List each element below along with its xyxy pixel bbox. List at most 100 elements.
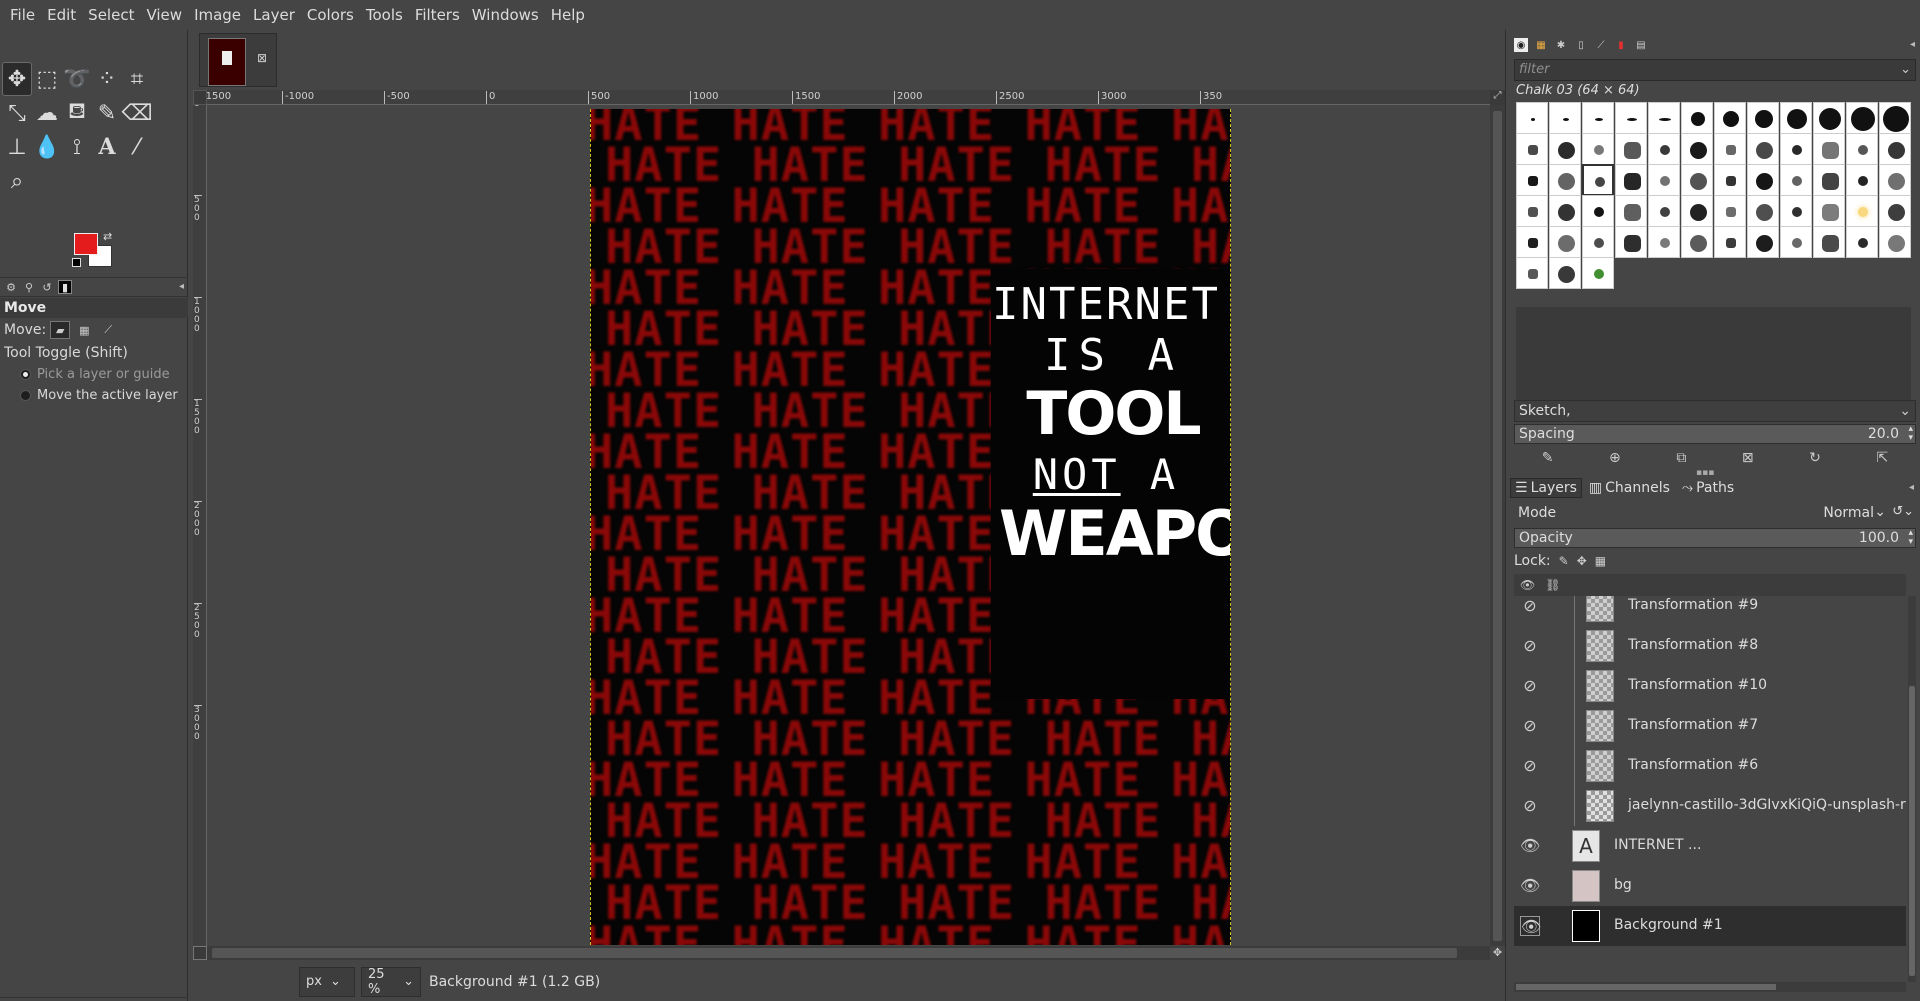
- brush-cell[interactable]: [1516, 257, 1548, 289]
- brush-cell[interactable]: [1681, 102, 1713, 134]
- scale-tool-icon[interactable]: ⤡: [2, 96, 32, 130]
- brush-cell[interactable]: [1648, 164, 1680, 196]
- spin-arrows-icon[interactable]: ▴ ▾: [1908, 425, 1913, 443]
- opacity-slider[interactable]: Opacity 100.0 ▴ ▾: [1514, 528, 1916, 548]
- brush-cell[interactable]: [1549, 257, 1581, 289]
- brush-cell[interactable]: [1747, 133, 1779, 165]
- lock-alpha-icon[interactable]: ▦: [1595, 554, 1606, 568]
- radio-pick-layer[interactable]: Pick a layer or guide: [0, 364, 188, 385]
- spacing-slider[interactable]: Spacing 20.0 ▴ ▾: [1514, 424, 1916, 444]
- crop-tool-icon[interactable]: ⌗: [122, 62, 152, 96]
- brush-cell[interactable]: [1681, 164, 1713, 196]
- brush-cell[interactable]: [1516, 133, 1548, 165]
- brush-grid[interactable]: [1516, 102, 1911, 307]
- tab-channels[interactable]: ▥ Channels: [1584, 478, 1675, 498]
- brush-cell[interactable]: [1846, 102, 1878, 134]
- menu-image[interactable]: Image: [188, 0, 247, 30]
- brush-cell[interactable]: [1516, 226, 1548, 258]
- brush-cell[interactable]: [1780, 133, 1812, 165]
- brush-cell[interactable]: [1747, 164, 1779, 196]
- menu-windows[interactable]: Windows: [466, 0, 545, 30]
- brush-cell[interactable]: [1813, 195, 1845, 227]
- brush-cell[interactable]: [1516, 195, 1548, 227]
- brush-cell[interactable]: [1582, 226, 1614, 258]
- brush-cell[interactable]: [1549, 164, 1581, 196]
- tab-menu-icon[interactable]: ◂: [1910, 39, 1915, 50]
- brush-cell[interactable]: [1780, 195, 1812, 227]
- duplicate-brush-icon[interactable]: ⧉: [1676, 450, 1686, 466]
- brush-cell[interactable]: [1813, 102, 1845, 134]
- brush-cell[interactable]: [1879, 195, 1911, 227]
- brush-cell[interactable]: [1582, 133, 1614, 165]
- eraser-tool-icon[interactable]: ⌫: [121, 96, 152, 130]
- brush-cell[interactable]: [1846, 133, 1878, 165]
- eye-icon[interactable]: 👁: [1520, 916, 1541, 936]
- brush-cell[interactable]: [1846, 195, 1878, 227]
- brush-cell[interactable]: [1780, 226, 1812, 258]
- brush-cell[interactable]: [1615, 195, 1647, 227]
- swap-colors-icon[interactable]: ⇄: [103, 230, 112, 243]
- move-tool-icon[interactable]: ✥: [2, 62, 32, 96]
- menu-select[interactable]: Select: [82, 0, 140, 30]
- eye-hidden-icon[interactable]: ⊘: [1520, 716, 1540, 736]
- radio-move-active[interactable]: Move the active layer: [0, 385, 188, 406]
- lock-pixels-icon[interactable]: ✎: [1559, 554, 1569, 568]
- brush-cell[interactable]: [1582, 195, 1614, 227]
- brush-cell[interactable]: [1582, 102, 1614, 134]
- menu-colors[interactable]: Colors: [301, 0, 360, 30]
- brush-cell[interactable]: [1615, 164, 1647, 196]
- scrollbar-thumb[interactable]: [1493, 111, 1502, 941]
- move-layer-icon[interactable]: ▰: [50, 321, 71, 339]
- menu-layer[interactable]: Layer: [247, 0, 301, 30]
- eye-hidden-icon[interactable]: ⊘: [1520, 636, 1540, 656]
- color-picker-tool-icon[interactable]: ⁄: [122, 130, 152, 164]
- scrollbar-thumb[interactable]: [212, 948, 1457, 958]
- brush-cell[interactable]: [1582, 257, 1614, 289]
- brush-cell[interactable]: [1681, 226, 1713, 258]
- layer-row[interactable]: ⊘ Transformation #6: [1514, 746, 1906, 786]
- brush-preset-select[interactable]: Sketch, ⌄: [1514, 400, 1916, 422]
- brush-cell[interactable]: [1846, 164, 1878, 196]
- brush-cell[interactable]: [1813, 226, 1845, 258]
- smudge-tool-icon[interactable]: 💧: [32, 130, 62, 164]
- layer-row[interactable]: ⊘ Transformation #8: [1514, 626, 1906, 666]
- brush-cell[interactable]: [1549, 133, 1581, 165]
- brush-cell[interactable]: [1549, 102, 1581, 134]
- brush-cell[interactable]: [1615, 226, 1647, 258]
- radio-button[interactable]: [20, 390, 31, 401]
- radio-button[interactable]: [20, 369, 31, 380]
- unit-select[interactable]: px ⌄: [299, 966, 355, 997]
- image-canvas[interactable]: HATE HATE HATE HATE HATE HATE HATE HATEH…: [590, 109, 1231, 945]
- eye-hidden-icon[interactable]: ⊘: [1520, 756, 1540, 776]
- text-tool-icon[interactable]: A: [92, 130, 122, 164]
- brush-cell[interactable]: [1648, 133, 1680, 165]
- brush-cell[interactable]: [1747, 195, 1779, 227]
- chevron-down-icon[interactable]: ⌄: [1900, 60, 1911, 80]
- delete-brush-icon[interactable]: ⊠: [1742, 450, 1754, 466]
- brush-cell[interactable]: [1846, 226, 1878, 258]
- fuzzy-select-tool-icon[interactable]: ⁘: [92, 62, 122, 96]
- zoom-fit-icon[interactable]: ⤢: [1490, 90, 1505, 105]
- brush-cell[interactable]: [1648, 195, 1680, 227]
- gradients-tab-icon[interactable]: ▮: [1614, 38, 1628, 52]
- brush-cell[interactable]: [1615, 102, 1647, 134]
- brush-cell[interactable]: [1681, 195, 1713, 227]
- scrollbar-thumb[interactable]: [1909, 686, 1915, 976]
- move-selection-icon[interactable]: ▦: [74, 321, 94, 339]
- menu-file[interactable]: File: [4, 0, 41, 30]
- menu-help[interactable]: Help: [545, 0, 591, 30]
- navigate-icon[interactable]: ✥: [1490, 946, 1505, 960]
- brushes-tab-icon[interactable]: ◉: [1514, 38, 1528, 52]
- foreground-color-swatch[interactable]: [74, 233, 98, 255]
- spin-arrows-icon[interactable]: ▴ ▾: [1908, 529, 1913, 547]
- brush-cell[interactable]: [1879, 102, 1911, 134]
- refresh-brushes-icon[interactable]: ↻: [1809, 450, 1821, 466]
- brush-cell[interactable]: [1549, 226, 1581, 258]
- layers-horizontal-scrollbar[interactable]: [1514, 982, 1906, 992]
- brush-cell[interactable]: [1648, 226, 1680, 258]
- layer-row[interactable]: ⊘ Transformation #9: [1514, 596, 1906, 626]
- scrollbar-thumb[interactable]: [1516, 984, 1776, 990]
- brush-cell[interactable]: [1714, 164, 1746, 196]
- quick-mask-toggle[interactable]: [193, 946, 207, 960]
- menu-filters[interactable]: Filters: [409, 0, 466, 30]
